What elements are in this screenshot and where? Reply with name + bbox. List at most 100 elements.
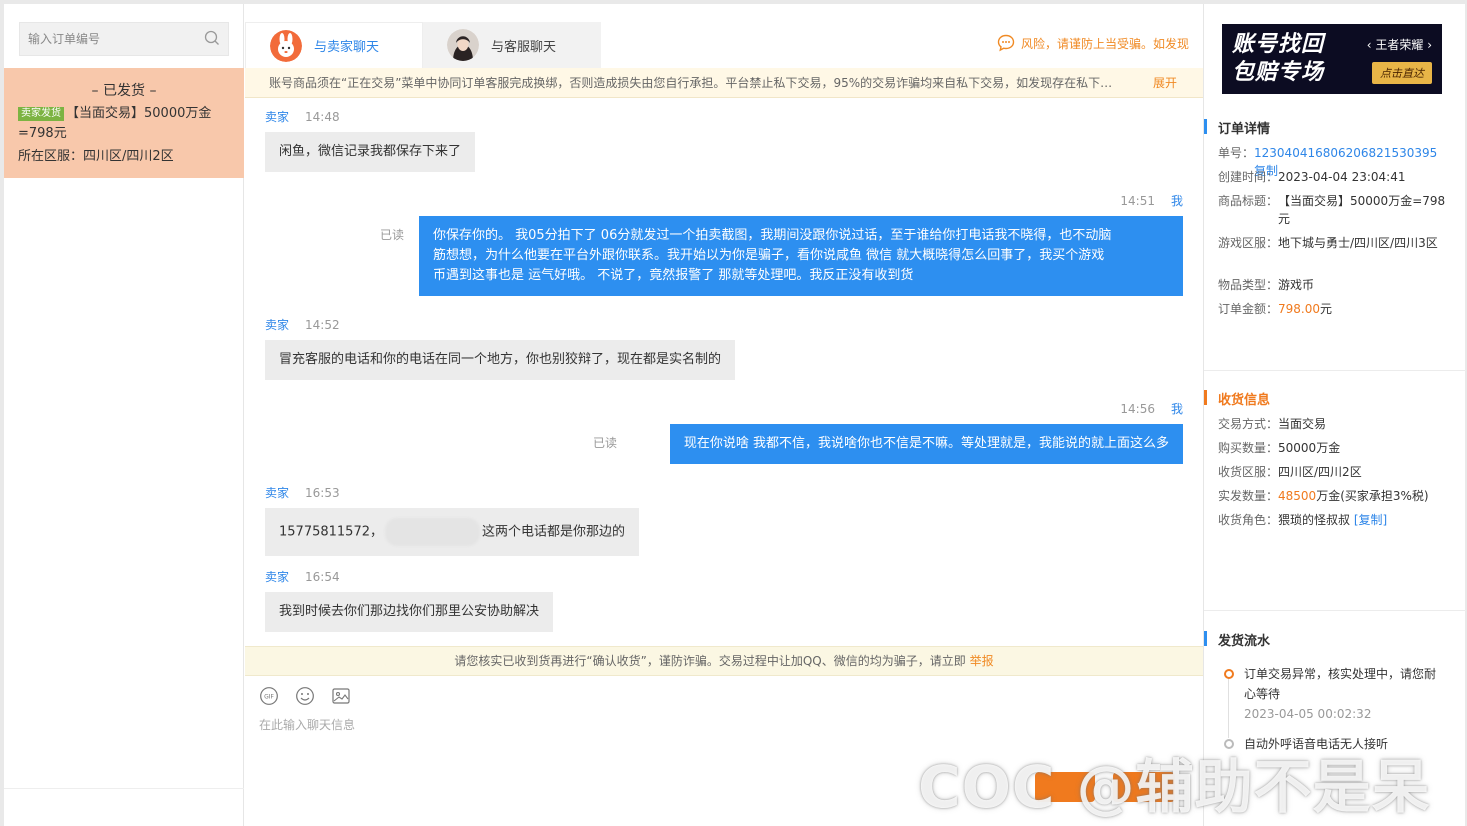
copy-role-link[interactable]: [复制]: [1354, 513, 1387, 527]
trade-mode: 当面交易: [1278, 417, 1327, 431]
flow-item-time: 2023-04-05 00:02:32: [1244, 707, 1372, 721]
shipping-flow-title: 发货流水: [1204, 630, 1270, 649]
sender-name: 卖家: [265, 486, 290, 500]
message-time: 14:52: [305, 318, 340, 332]
order-search-box: [19, 22, 229, 56]
field-label: 订单金额：: [1218, 302, 1279, 316]
field-label: 游戏区服：: [1218, 236, 1279, 250]
receive-area: 四川区/四川2区: [1278, 465, 1362, 479]
service-avatar-icon: [447, 29, 479, 61]
seller-ship-tag: 卖家发货: [18, 107, 64, 121]
watermark: COC @辅助不是呆: [918, 753, 1431, 821]
banner-title-line: 包赔专场: [1232, 59, 1325, 85]
redacted-blur: [384, 518, 480, 546]
order-region: 所在区服：四川区/四川2区: [18, 149, 174, 164]
message-line: 你保存你的。 我05分拍下了 06分就发过一个拍卖截图，我期间没跟你说过话，至于…: [433, 228, 1112, 243]
banner-title: 账号找回 包赔专场: [1232, 30, 1324, 86]
banner-title-line: 账号找回: [1232, 31, 1325, 57]
banner-game: ‹ 王者荣耀 ›: [1366, 38, 1432, 52]
read-status: 已读: [380, 228, 405, 242]
receive-info-title: 收货信息: [1204, 389, 1270, 408]
receive-role-row: 收货角色： 猥琐的怪叔叔 [复制]: [1218, 511, 1450, 529]
message-meta: 卖家 14:48: [265, 108, 340, 125]
receive-area-row: 收货区服： 四川区/四川2区: [1218, 463, 1450, 481]
divider: [1204, 370, 1466, 371]
emoji-icon[interactable]: [295, 686, 315, 706]
message-meta: 卖家 16:53: [265, 484, 340, 501]
order-list-panel: – 已发货 – 卖家发货【当面交易】50000万金=798元 所在区服：四川区/…: [4, 4, 244, 826]
gif-icon[interactable]: GIF: [259, 686, 279, 706]
order-number: 1230404168062068215303​95: [1254, 146, 1438, 160]
tab-service-chat[interactable]: 与客服聊天: [423, 22, 601, 68]
risk-warning-text: 风险，请谨防上当受骗。如发现: [1020, 36, 1189, 51]
banner-button[interactable]: 点击直达: [1372, 62, 1432, 84]
image-icon[interactable]: [331, 686, 351, 706]
tab-service-label: 与客服聊天: [491, 39, 557, 55]
server-row: 游戏区服： 地下城与勇士/四川区/四川3区: [1218, 234, 1450, 252]
sender-name: 卖家: [265, 318, 290, 332]
timeline-dot-icon: [1224, 669, 1234, 679]
message-list[interactable]: 卖家 14:48 闲鱼，微信记录我都保存下来了 14:51 我 已读 你保存你的。 …: [245, 98, 1203, 646]
promo-banner[interactable]: 账号找回 包赔专场 ‹ 王者荣耀 › 点击直达: [1222, 24, 1442, 94]
message-text: 这两个电话都是你那边的: [481, 524, 625, 540]
tab-seller-label: 与卖家聊天: [314, 40, 380, 55]
flow-item-text: 订单交易异常，核实处理中，请您耐心等待: [1244, 667, 1437, 701]
message-time: 16:54: [305, 570, 340, 584]
order-search-input[interactable]: [28, 23, 198, 55]
receive-role: 猥琐的怪叔叔: [1278, 513, 1351, 527]
message-meta: 14:51 我: [1120, 192, 1183, 209]
report-link[interactable]: 举报: [970, 654, 994, 668]
actual-qty: 48500: [1278, 489, 1317, 503]
amount-unit: 元: [1320, 302, 1333, 316]
order-detail-title: 订单详情: [1204, 118, 1270, 137]
bottom-notice-text: 请您核实已收到货再进行“确认收货”，谨防诈骗。交易过程中让加QQ、微信的均为骗子…: [454, 654, 966, 668]
sender-name: 卖家: [265, 110, 290, 124]
message-bubble-me: 你保存你的。 我05分拍下了 06分就发过一个拍卖截图，我期间没跟你说过话，至于…: [419, 216, 1183, 296]
message-line: 筋想想，为什么他要在平台外跟你联系。我开始以为你是骗子，看你说咸鱼 微信 就大概…: [433, 248, 1105, 263]
created-time: 2023-04-04 23:04:41: [1278, 170, 1406, 184]
message-time: 14:51: [1120, 194, 1155, 208]
message-meta: 14:56 我: [1120, 400, 1183, 417]
expand-link[interactable]: 展开: [1153, 68, 1177, 97]
message-time: 16:53: [305, 486, 340, 500]
message-bubble-me: 现在你说啥 我都不信，我说啥你也不信是不嘛。等处理就是，我能说的就上面这么多: [669, 424, 1183, 464]
phone-number: 15775811572，: [279, 524, 383, 540]
top-notice-bar: 账号商品须在“正在交易”菜单中协同订单客服完成换绑，否则造成损失由您自行承担。平…: [245, 68, 1203, 98]
message-bubble-seller: 冒充客服的电话和你的电话在同一个地方，你也别狡辩了，现在都是实名制的: [265, 340, 736, 380]
field-label: 收货区服：: [1218, 465, 1279, 479]
product-title-row: 商品标题： 【当面交易】50000万金=798元: [1218, 192, 1450, 228]
purchase-qty: 50000万金: [1278, 441, 1341, 455]
risk-warning: 风险，请谨防上当受骗。如发现: [997, 34, 1189, 52]
message-bubble-seller: 我到时候去你们那边找你们那里公安协助解决: [265, 592, 554, 632]
trade-chat-window: – 已发货 – 卖家发货【当面交易】50000万金=798元 所在区服：四川区/…: [4, 4, 1466, 826]
order-title: 卖家发货 【当面交易】50000万金=798元: [18, 104, 230, 144]
message-line: 币遇到这事也是 运气好哦。 不说了，竟然报警了 那就等处理吧。我反正没有收到货: [433, 268, 914, 283]
item-type: 游戏币: [1278, 278, 1315, 292]
game-server: 地下城与勇士/四川区/四川3区: [1278, 236, 1438, 250]
message-time: 14:56: [1120, 402, 1155, 416]
divider: [4, 788, 244, 789]
message-meta: 卖家 16:54: [265, 568, 340, 585]
order-info-panel: 账号找回 包赔专场 ‹ 王者荣耀 › 点击直达 订单详情 单号： 12304041…: [1203, 4, 1466, 826]
message-meta: 卖家 14:52: [265, 316, 340, 333]
message-bubble-seller: 闲鱼，微信记录我都保存下来了: [265, 132, 476, 172]
seller-avatar-icon: [270, 29, 302, 62]
purchase-qty-row: 购买数量： 50000万金: [1218, 439, 1450, 457]
order-amount-row: 订单金额： 798.00元: [1218, 300, 1450, 318]
field-label: 收货角色：: [1218, 513, 1279, 527]
field-label: 创建时间：: [1218, 170, 1279, 184]
divider: [1204, 610, 1466, 611]
chat-toolbar: GIF: [259, 686, 351, 706]
product-title: 【当面交易】50000万金=798元: [1278, 194, 1446, 226]
created-time-row: 创建时间： 2023-04-04 23:04:41: [1218, 168, 1450, 186]
field-label: 购买数量：: [1218, 441, 1279, 455]
actual-qty-row: 实发数量： 48500万金(买家承担3%税): [1218, 487, 1450, 505]
search-icon[interactable]: [204, 30, 220, 46]
field-label: 物品类型：: [1218, 278, 1279, 292]
order-card[interactable]: – 已发货 – 卖家发货 【当面交易】50000万金=798元 所在区服：四川区/…: [4, 68, 244, 178]
field-label: 交易方式：: [1218, 417, 1279, 431]
item-type-row: 物品类型： 游戏币: [1218, 276, 1450, 294]
tab-seller-chat[interactable]: 与卖家聊天: [245, 22, 423, 68]
read-status: 已读: [593, 436, 618, 450]
chat-panel: 与卖家聊天 与客服聊天 风险，请谨防上当受骗。如发现 账号商品须在“正在交易”菜…: [245, 4, 1203, 826]
